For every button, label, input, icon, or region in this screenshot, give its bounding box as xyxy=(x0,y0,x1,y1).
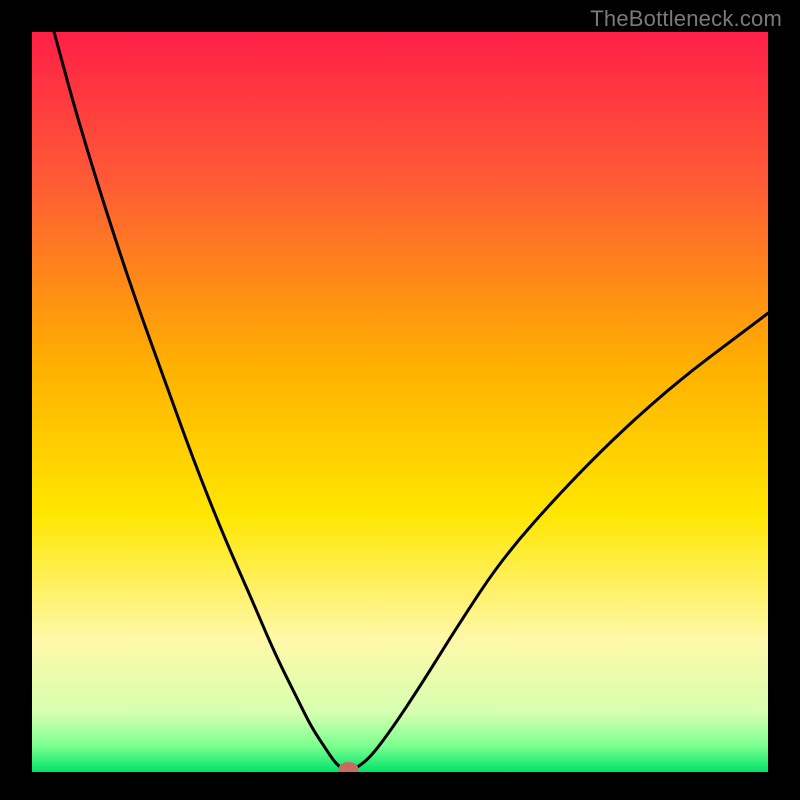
watermark-text: TheBottleneck.com xyxy=(590,6,782,32)
chart-plot xyxy=(32,32,768,772)
chart-frame: TheBottleneck.com xyxy=(0,0,800,800)
plot-background xyxy=(32,32,768,772)
